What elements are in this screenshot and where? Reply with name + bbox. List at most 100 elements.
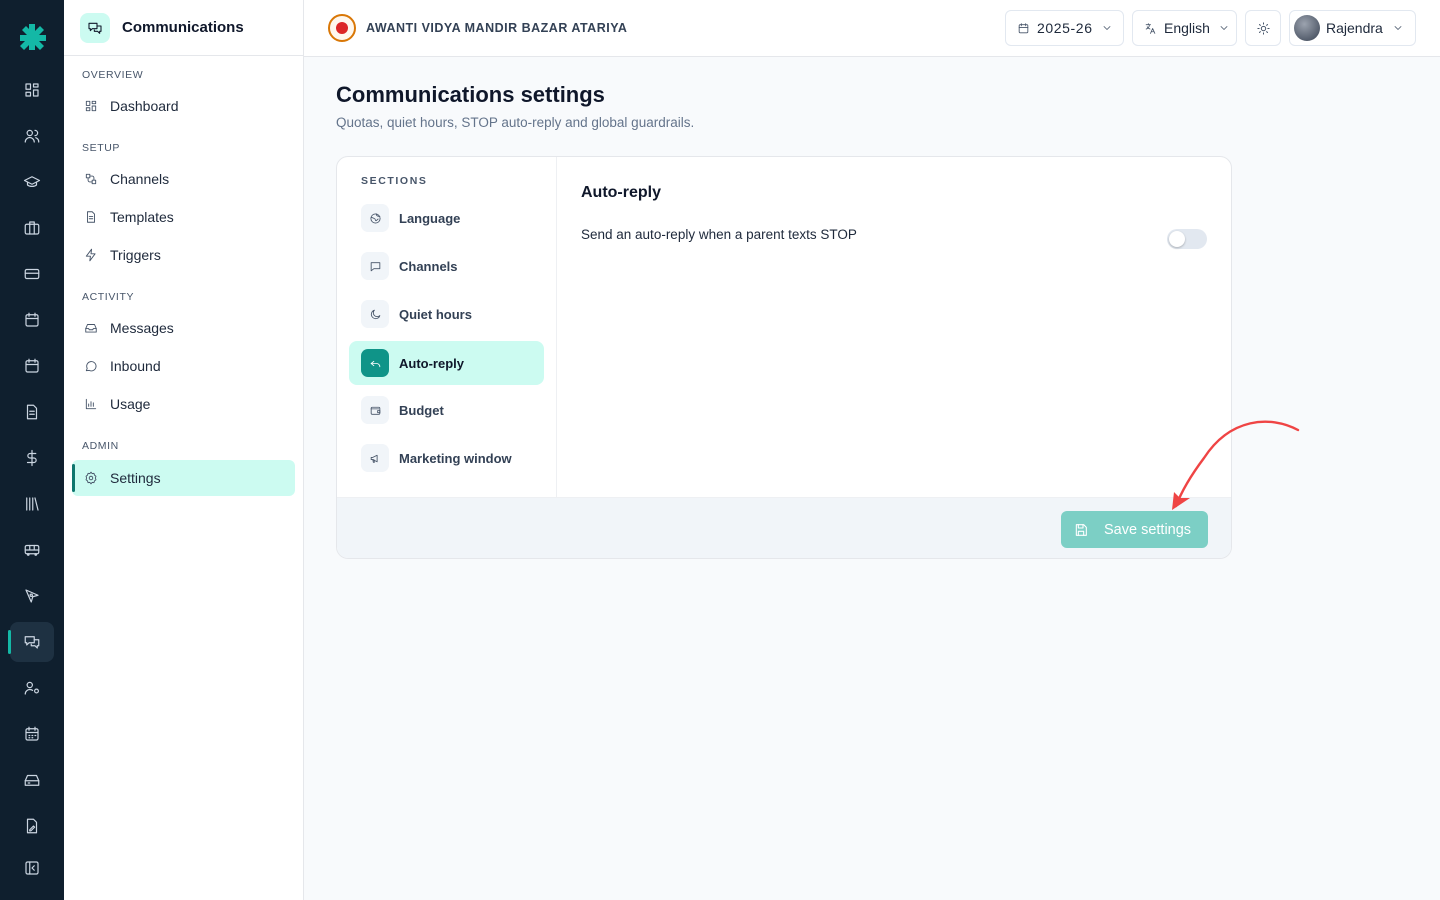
sections-nav: SECTIONS Language Channels Quiet hours A… (337, 157, 557, 497)
sidebar-item-templates[interactable]: Templates (72, 199, 295, 235)
sidebar-item-usage[interactable]: Usage (72, 386, 295, 422)
section-item-quiet-hours[interactable]: Quiet hours (349, 292, 544, 336)
app-logo-icon[interactable] (16, 20, 48, 52)
translate-icon (1145, 22, 1156, 34)
section-item-auto-reply[interactable]: Auto-reply (349, 341, 544, 385)
dollar-icon[interactable] (10, 438, 54, 478)
section-item-label: Language (399, 210, 461, 226)
library-icon[interactable] (10, 484, 54, 524)
sidebar-item-label: Templates (110, 209, 174, 225)
theme-toggle-button[interactable] (1245, 10, 1281, 46)
sidebar-item-settings[interactable]: Settings (72, 460, 295, 496)
avatar (1294, 15, 1320, 41)
toggle-knob (1169, 231, 1185, 247)
section-item-label: Auto-reply (399, 355, 464, 371)
calendar-icon[interactable] (10, 346, 54, 386)
sidebar-item-label: Messages (110, 320, 174, 336)
sidebar-item-label: Settings (110, 470, 161, 486)
card-footer: Save settings (337, 497, 1231, 558)
sidebar-item-channels[interactable]: Channels (72, 161, 295, 197)
school-identity[interactable]: AWANTI VIDYA MANDIR BAZAR ATARIYA (328, 14, 627, 42)
gear-icon (85, 471, 97, 485)
section-item-label: Channels (399, 258, 458, 274)
bar-chart-icon (85, 398, 97, 410)
chevron-down-icon (1220, 26, 1228, 30)
auto-reply-toggle[interactable] (1167, 229, 1207, 249)
section-label-setup: SETUP (82, 142, 121, 154)
chat-icon (80, 12, 110, 43)
sidebar-title: Communications (122, 19, 244, 36)
sections-label: SECTIONS (361, 175, 428, 187)
sidebar-item-label: Inbound (110, 358, 161, 374)
collapse-icon[interactable] (10, 848, 54, 888)
icon-rail (0, 0, 64, 900)
section-label-overview: OVERVIEW (82, 69, 144, 81)
wallet-icon (361, 396, 389, 424)
panel-title: Auto-reply (581, 184, 661, 201)
page-title: Communications settings (336, 82, 605, 107)
top-bar: AWANTI VIDYA MANDIR BAZAR ATARIYA 2025-2… (304, 0, 1440, 57)
section-item-language[interactable]: Language (349, 196, 544, 240)
settings-card: SECTIONS Language Channels Quiet hours A… (336, 156, 1232, 559)
section-item-label: Marketing window (399, 450, 512, 466)
academic-year-select[interactable]: 2025-26 (1005, 10, 1124, 46)
section-item-label: Quiet hours (399, 306, 472, 322)
reply-icon (361, 349, 389, 377)
calendar-icon (1018, 22, 1029, 33)
storage-icon[interactable] (10, 760, 54, 800)
channels-icon (85, 173, 97, 185)
sun-icon (1256, 21, 1270, 35)
sidebar-header: Communications (64, 0, 303, 56)
megaphone-icon (361, 444, 389, 472)
message-square-icon (361, 252, 389, 280)
user-name: Rajendra (1326, 20, 1383, 36)
user-menu[interactable]: Rajendra (1289, 10, 1416, 46)
sidebar-item-triggers[interactable]: Triggers (72, 237, 295, 273)
sidebar-item-label: Triggers (110, 247, 161, 263)
users-icon[interactable] (10, 116, 54, 156)
save-icon (1075, 523, 1087, 536)
dashboard-icon (85, 100, 97, 112)
globe-icon (361, 204, 389, 232)
auto-reply-setting-label: Send an auto-reply when a parent texts S… (581, 227, 857, 242)
lightning-icon (85, 248, 96, 262)
briefcase-icon[interactable] (10, 208, 54, 248)
section-label-activity: ACTIVITY (82, 291, 135, 303)
file-edit-icon[interactable] (10, 806, 54, 846)
dashboard-icon[interactable] (10, 70, 54, 110)
message-circle-icon (85, 361, 97, 372)
graduation-cap-icon[interactable] (10, 162, 54, 202)
user-settings-icon[interactable] (10, 668, 54, 708)
section-item-budget[interactable]: Budget (349, 388, 544, 432)
credit-card-icon[interactable] (10, 254, 54, 294)
sidebar-item-label: Usage (110, 396, 151, 412)
section-item-channels[interactable]: Channels (349, 244, 544, 288)
calendar-grid-icon[interactable] (10, 714, 54, 754)
moon-icon (361, 300, 389, 328)
bus-icon[interactable] (10, 530, 54, 570)
language-select[interactable]: English (1132, 10, 1237, 46)
chevron-down-icon (1394, 26, 1402, 30)
document-icon[interactable] (10, 392, 54, 432)
sidebar-item-messages[interactable]: Messages (72, 310, 295, 346)
page-subtitle: Quotas, quiet hours, STOP auto-reply and… (336, 115, 695, 130)
calendar-icon[interactable] (10, 300, 54, 340)
pen-tool-icon[interactable] (10, 576, 54, 616)
inbox-icon (85, 324, 97, 333)
school-logo (328, 14, 356, 42)
annotation-arrow-icon (1172, 420, 1300, 510)
chat-icon[interactable] (8, 622, 54, 662)
language-value: English (1164, 20, 1210, 36)
sidebar-item-inbound[interactable]: Inbound (72, 348, 295, 384)
section-item-marketing-window[interactable]: Marketing window (349, 436, 544, 480)
section-item-label: Budget (399, 402, 444, 418)
sidebar-item-label: Channels (110, 171, 170, 187)
sidebar-item-label: Dashboard (110, 98, 179, 114)
chevron-down-icon (1103, 26, 1110, 30)
save-settings-label: Save settings (1104, 521, 1192, 538)
section-sidebar: Communications OVERVIEW Dashboard SETUP … (64, 0, 304, 900)
sidebar-item-dashboard[interactable]: Dashboard (72, 88, 295, 124)
school-name: AWANTI VIDYA MANDIR BAZAR ATARIYA (366, 21, 628, 35)
template-icon (87, 211, 95, 223)
academic-year-value: 2025-26 (1037, 20, 1093, 36)
